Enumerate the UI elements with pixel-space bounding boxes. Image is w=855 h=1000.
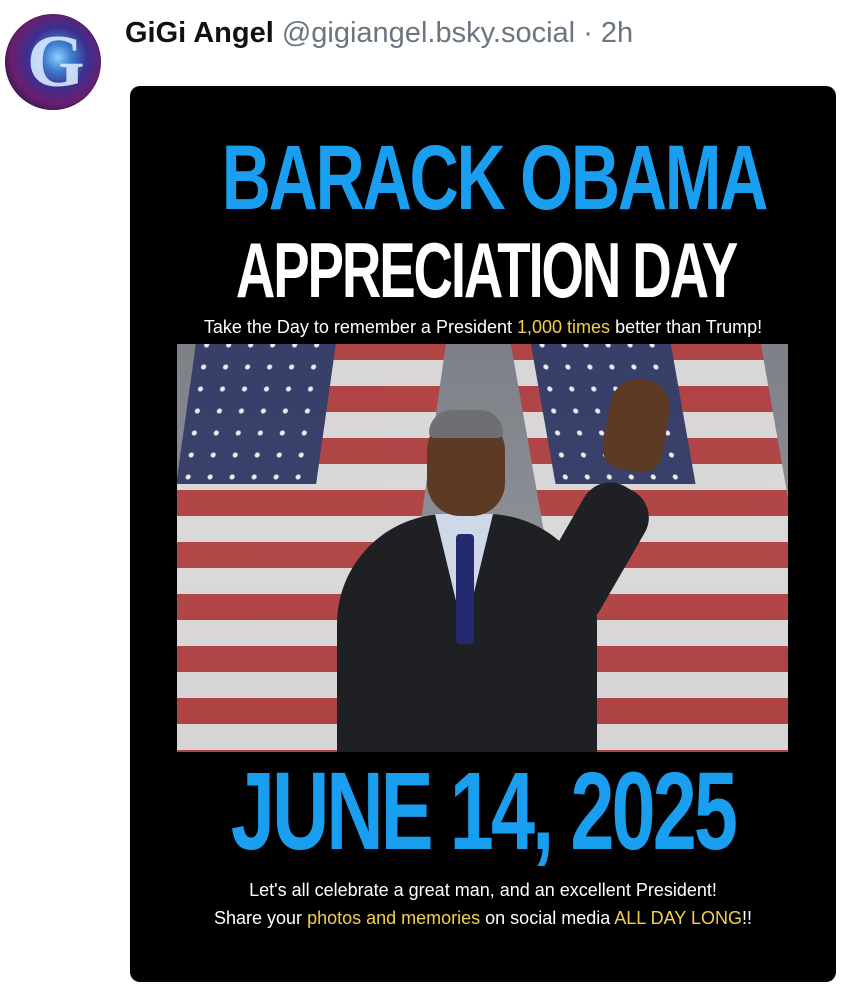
avatar-logo-icon: G bbox=[27, 21, 85, 103]
flyer-footer-line2: Share your photos and memories on social… bbox=[130, 906, 836, 930]
footer-text-2: on social media bbox=[480, 908, 615, 928]
header-separator: · bbox=[583, 17, 593, 49]
flyer-date: JUNE 14, 2025 bbox=[230, 750, 738, 873]
figure-hair bbox=[429, 410, 503, 438]
tagline-highlight: 1,000 times bbox=[517, 317, 611, 337]
author-handle[interactable]: @gigiangel.bsky.social bbox=[282, 17, 575, 49]
post-header: GiGi Angel @gigiangel.bsky.social · 2h bbox=[125, 14, 633, 52]
post-avatar[interactable]: G bbox=[5, 14, 101, 110]
flyer-photo bbox=[177, 344, 788, 752]
footer-text-3: !! bbox=[741, 908, 752, 928]
footer-text-1: Share your bbox=[214, 908, 308, 928]
tagline-text-end: better than Trump! bbox=[610, 317, 763, 337]
flyer-title-line2: APPRECIATION DAY bbox=[235, 226, 738, 314]
flyer-tagline: Take the Day to remember a President 1,0… bbox=[130, 315, 836, 339]
author-name[interactable]: GiGi Angel bbox=[125, 17, 274, 49]
post-image[interactable]: BARACK OBAMA APPRECIATION DAY Take the D… bbox=[130, 86, 836, 982]
flyer-footer-line1: Let's all celebrate a great man, and an … bbox=[249, 880, 717, 900]
tagline-text-start: Take the Day to remember a President bbox=[203, 317, 517, 337]
footer-highlight-2: ALL DAY LONG bbox=[614, 908, 742, 928]
flyer-title-line1: BARACK OBAMA bbox=[221, 127, 769, 229]
footer-highlight-1: photos and memories bbox=[307, 908, 481, 928]
figure-tie bbox=[456, 534, 474, 644]
post-timestamp[interactable]: 2h bbox=[601, 17, 633, 49]
